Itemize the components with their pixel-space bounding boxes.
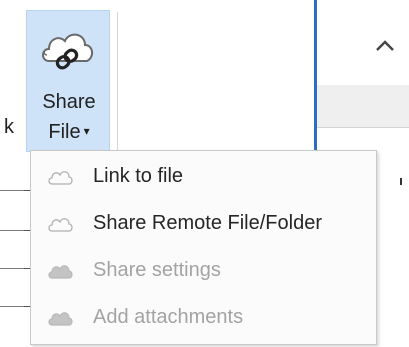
share-file-dropdown-menu: Link to file Share Remote File/Folder Sh… xyxy=(30,150,377,345)
cloud-outline-icon xyxy=(48,218,73,232)
cloud-outline-icon xyxy=(48,171,73,185)
header-band-divider xyxy=(317,127,409,128)
header-band xyxy=(317,85,409,127)
menu-item-add-attachments[interactable]: Add attachments xyxy=(31,296,376,343)
dropdown-caret-icon: ▾ xyxy=(83,124,90,138)
menu-item-label: Add attachments xyxy=(93,306,244,328)
menu-item-share-settings[interactable]: Share settings xyxy=(31,249,376,296)
edge-tick xyxy=(400,178,402,185)
menu-item-share-remote-file-folder[interactable]: Share Remote File/Folder xyxy=(31,202,376,249)
cloud-filled-icon xyxy=(48,312,73,326)
clipped-ribbon-label: k xyxy=(4,116,14,138)
group-separator xyxy=(117,12,118,150)
share-file-label-line2: File ▾ xyxy=(48,121,90,143)
ribbon: k Share File ▾ Link to file Share Remote… xyxy=(0,0,409,347)
cloud-link-icon xyxy=(42,33,93,70)
chevron-up-icon[interactable] xyxy=(370,30,400,60)
menu-item-label: Link to file xyxy=(93,165,184,187)
menu-item-label: Share settings xyxy=(93,259,221,281)
cloud-filled-icon xyxy=(48,265,73,279)
share-file-button[interactable]: Share File ▾ xyxy=(26,10,110,152)
menu-item-label: Share Remote File/Folder xyxy=(93,212,322,234)
menu-item-link-to-file[interactable]: Link to file xyxy=(31,155,376,202)
share-file-label-line1: Share xyxy=(42,91,96,113)
